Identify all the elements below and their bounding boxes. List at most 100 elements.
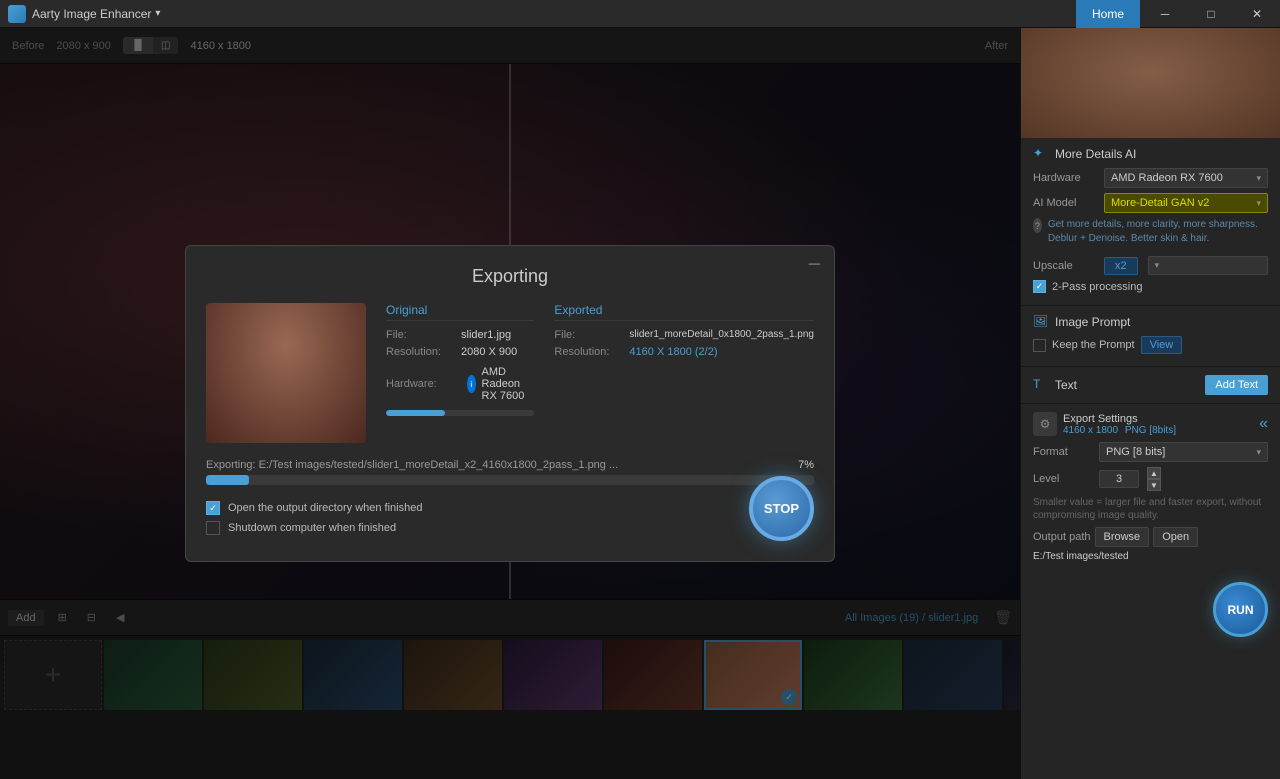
- minimize-button[interactable]: ─: [1142, 0, 1188, 28]
- shutdown-label: Shutdown computer when finished: [228, 522, 396, 534]
- exported-info-col: Exported File: slider1_moreDetail_0x1800…: [554, 303, 814, 416]
- hardware-select[interactable]: AMD Radeon RX 7600 ▾: [1104, 168, 1268, 188]
- modal-title: Exporting: [206, 266, 814, 287]
- open-button[interactable]: Open: [1153, 527, 1198, 547]
- hardware-form-row: Hardware AMD Radeon RX 7600 ▾: [1033, 168, 1268, 188]
- hardware-row: Hardware: i AMD Radeon RX 7600: [386, 366, 534, 402]
- close-button[interactable]: ✕: [1234, 0, 1280, 28]
- format-select[interactable]: PNG [8 bits] ▾: [1099, 442, 1268, 462]
- preview-image: [1021, 28, 1280, 138]
- text-section-title: Text: [1055, 378, 1077, 392]
- resolution-key: Resolution:: [386, 346, 461, 358]
- ai-model-form-row: AI Model More-Detail GAN v2 ▾: [1033, 193, 1268, 213]
- run-button-container: RUN: [1021, 574, 1280, 645]
- export-res: 4160 x 1800: [1063, 425, 1118, 436]
- export-bits: [8bits]: [1149, 425, 1176, 436]
- modal-overlay: ─ Exporting Original File: slider1.jpg: [0, 28, 1020, 779]
- stop-button[interactable]: STOP: [749, 476, 814, 541]
- keep-prompt-checkbox[interactable]: [1033, 339, 1046, 352]
- image-prompt-icon: 🖼: [1033, 314, 1049, 330]
- shutdown-checkbox[interactable]: [206, 521, 220, 535]
- shutdown-row: Shutdown computer when finished: [206, 521, 814, 535]
- upscale-label: Upscale: [1033, 260, 1098, 272]
- export-modal: ─ Exporting Original File: slider1.jpg: [185, 245, 835, 562]
- more-details-header: ✦ More Details AI: [1033, 146, 1268, 162]
- text-section-icon: T: [1033, 377, 1049, 393]
- original-file-row: File: slider1.jpg: [386, 329, 534, 341]
- level-row: Level 3 ▲ ▼: [1033, 467, 1268, 491]
- modal-close-button[interactable]: ─: [809, 256, 820, 274]
- original-section-title: Original: [386, 303, 534, 321]
- level-stepper: ▲ ▼: [1147, 467, 1161, 491]
- more-details-title: More Details AI: [1055, 147, 1136, 161]
- modal-info: Original File: slider1.jpg Resolution: 2…: [386, 303, 814, 443]
- info-columns: Original File: slider1.jpg Resolution: 2…: [386, 303, 814, 416]
- modal-content: Original File: slider1.jpg Resolution: 2…: [206, 303, 814, 443]
- two-pass-checkbox[interactable]: ✓: [1033, 280, 1046, 293]
- image-prompt-title: Image Prompt: [1055, 315, 1130, 329]
- file-key: File:: [386, 329, 461, 341]
- exported-res-row: Resolution: 4160 X 1800 (2/2): [554, 346, 814, 358]
- upscale-dropdown-icon: ▾: [1155, 260, 1160, 271]
- titlebar: Aarty Image Enhancer ▾ Home ─ □ ✕: [0, 0, 1280, 28]
- format-value: PNG [8 bits]: [1106, 446, 1165, 458]
- home-button[interactable]: Home: [1076, 0, 1140, 28]
- more-details-section: ✦ More Details AI Hardware AMD Radeon RX…: [1021, 138, 1280, 306]
- ai-model-label: AI Model: [1033, 197, 1098, 209]
- view-button[interactable]: View: [1141, 336, 1183, 354]
- app-dropdown-arrow[interactable]: ▾: [155, 8, 160, 19]
- run-button[interactable]: RUN: [1213, 582, 1268, 637]
- level-input[interactable]: 3: [1099, 470, 1139, 488]
- upscale-select[interactable]: ▾: [1148, 256, 1268, 275]
- export-progress-bar: [206, 475, 814, 485]
- right-sidebar: ✦ More Details AI Hardware AMD Radeon RX…: [1020, 28, 1280, 779]
- original-res-row: Resolution: 2080 X 900: [386, 346, 534, 358]
- export-collapse-button[interactable]: «: [1259, 415, 1268, 433]
- exported-res-val: 4160 X 1800 (2/2): [629, 346, 717, 358]
- image-prompt-section: 🖼 Image Prompt Keep the Prompt View: [1021, 306, 1280, 367]
- export-percent: 7%: [798, 459, 814, 471]
- browse-button[interactable]: Browse: [1095, 527, 1150, 547]
- hardware-label: Hardware: [1033, 172, 1098, 184]
- export-settings-icon: ⚙: [1033, 412, 1057, 436]
- open-dir-label: Open the output directory when finished: [228, 502, 422, 514]
- export-settings-section: ⚙ Export Settings 4160 x 1800 PNG [8bits…: [1021, 404, 1280, 574]
- process-progress-fill: [386, 410, 445, 416]
- hardware-val: AMD Radeon RX 7600: [482, 366, 535, 402]
- process-progress-bar: [386, 410, 534, 416]
- level-up-button[interactable]: ▲: [1147, 467, 1161, 479]
- keep-prompt-label: Keep the Prompt: [1052, 339, 1135, 351]
- exported-file-val: slider1_moreDetail_0x1800_2pass_1.png: [629, 329, 814, 341]
- output-path-label: Output path: [1033, 531, 1091, 543]
- two-pass-label: 2-Pass processing: [1052, 281, 1143, 293]
- add-text-button[interactable]: Add Text: [1205, 375, 1268, 395]
- original-file-val: slider1.jpg: [461, 329, 511, 341]
- two-pass-row: ✓ 2-Pass processing: [1033, 280, 1268, 293]
- format-label: Format: [1033, 446, 1093, 458]
- intel-icon: i: [467, 375, 476, 393]
- export-progress-fill: [206, 475, 249, 485]
- help-icon[interactable]: ?: [1033, 218, 1042, 233]
- modal-thumbnail: [206, 303, 366, 443]
- output-path-value: E:/Test images/tested: [1033, 551, 1268, 562]
- center-area: Before 2080 x 900 ▐▌ ◫ 4160 x 1800 After…: [0, 28, 1020, 779]
- ai-model-dropdown-icon: ▾: [1256, 198, 1261, 209]
- app-title: Aarty Image Enhancer: [32, 7, 151, 21]
- app-logo: [8, 5, 26, 23]
- keep-prompt-row: Keep the Prompt View: [1033, 336, 1268, 354]
- export-format: PNG: [1125, 425, 1147, 436]
- open-dir-checkbox[interactable]: ✓: [206, 501, 220, 515]
- format-dropdown-icon: ▾: [1256, 447, 1261, 458]
- level-down-button[interactable]: ▼: [1147, 479, 1161, 491]
- export-settings-sub: 4160 x 1800 PNG [8bits]: [1063, 425, 1253, 436]
- export-path-text: Exporting: E:/Test images/tested/slider1…: [206, 459, 618, 471]
- upscale-row: Upscale x2 ▾: [1033, 256, 1268, 275]
- upscale-badge[interactable]: x2: [1104, 257, 1138, 275]
- ai-model-select[interactable]: More-Detail GAN v2 ▾: [1104, 193, 1268, 213]
- sidebar-preview: [1021, 28, 1280, 138]
- export-info: Export Settings 4160 x 1800 PNG [8bits]: [1063, 413, 1253, 436]
- export-note: Smaller value = larger file and faster e…: [1033, 496, 1268, 522]
- restore-button[interactable]: □: [1188, 0, 1234, 28]
- format-row: Format PNG [8 bits] ▾: [1033, 442, 1268, 462]
- ai-model-value: More-Detail GAN v2: [1111, 197, 1209, 209]
